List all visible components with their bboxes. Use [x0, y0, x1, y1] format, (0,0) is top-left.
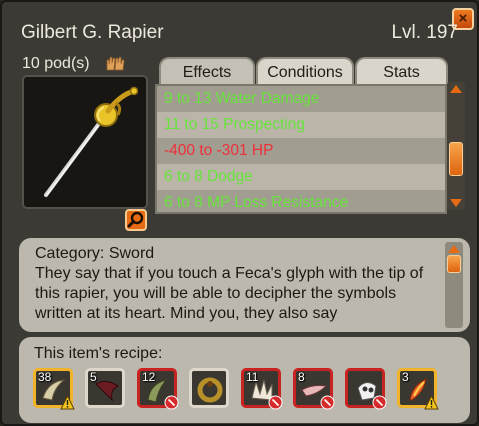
tab-conditions[interactable]: Conditions: [256, 57, 354, 84]
recipe-ingredient[interactable]: [345, 368, 387, 410]
recipe-title: This item's recipe:: [34, 345, 163, 362]
ingredient-qty: 11: [246, 370, 259, 384]
scroll-thumb[interactable]: [449, 142, 463, 176]
rapier-icon: [44, 86, 138, 197]
tab-stats[interactable]: Stats: [355, 57, 448, 84]
ingredient-qty: 3: [402, 370, 409, 384]
effects-scrollbar[interactable]: [447, 82, 465, 210]
tab-label: Stats: [383, 64, 420, 81]
description-panel: Category: Sword They say that if you tou…: [19, 238, 470, 332]
zoom-button[interactable]: [125, 209, 147, 231]
effect-row: 11 to 15 Prospecting: [157, 112, 445, 138]
ingredient-qty: 5: [90, 370, 97, 384]
effects-list: 9 to 13 Water Damage 11 to 15 Prospectin…: [155, 84, 447, 214]
scroll-up-icon[interactable]: [449, 84, 463, 94]
missing-icon: [268, 395, 283, 410]
item-name: Gilbert G. Rapier: [21, 22, 164, 43]
item-window: × Gilbert G. Rapier Lvl. 197 10 pod(s) E…: [0, 0, 479, 426]
tab-label: Conditions: [267, 64, 343, 81]
recipe-ingredient[interactable]: 5: [85, 368, 125, 408]
effect-row: -400 to -301 HP: [164, 142, 274, 159]
scroll-thumb[interactable]: [447, 255, 461, 273]
hands-icon: [105, 55, 125, 75]
recipe-ingredient[interactable]: 12: [137, 368, 179, 410]
item-description: They say that if you touch a Feca's glyp…: [35, 265, 424, 322]
recipe-ingredient[interactable]: 3: [397, 368, 439, 410]
description-scrollbar[interactable]: [445, 242, 463, 328]
missing-icon: [320, 395, 335, 410]
item-pods: 10 pod(s): [22, 55, 90, 72]
item-level: Lvl. 197: [391, 22, 458, 43]
tab-effects[interactable]: Effects: [159, 57, 255, 84]
ingredient-qty: 38: [38, 370, 52, 384]
recipe-ingredient[interactable]: 38: [33, 368, 75, 410]
item-category: Category: Sword: [35, 245, 155, 262]
scroll-down-icon[interactable]: [449, 198, 463, 208]
warning-icon: [60, 395, 75, 410]
tab-label: Effects: [182, 64, 232, 81]
close-icon: ×: [458, 10, 468, 27]
recipe-ingredient[interactable]: 8: [293, 368, 335, 410]
ingredient-qty: 12: [142, 370, 156, 384]
missing-icon: [372, 395, 387, 410]
effect-row: 6 to 8 MP Loss Resistance: [164, 194, 349, 211]
item-image-frame: [22, 75, 148, 209]
magnifier-icon: [127, 211, 144, 228]
recipe-ingredient[interactable]: 11: [241, 368, 283, 410]
warning-icon: [424, 395, 439, 410]
ring-icon: [197, 377, 223, 403]
effect-row: 6 to 8 Dodge: [157, 164, 445, 190]
ingredient-qty: 8: [298, 370, 305, 384]
scroll-up-icon[interactable]: [447, 244, 461, 254]
recipe-panel: This item's recipe: 38 5 12 11 8 3: [19, 337, 470, 423]
effect-row: 9 to 13 Water Damage: [164, 90, 320, 107]
recipe-ingredient[interactable]: [189, 368, 229, 408]
missing-icon: [164, 395, 179, 410]
